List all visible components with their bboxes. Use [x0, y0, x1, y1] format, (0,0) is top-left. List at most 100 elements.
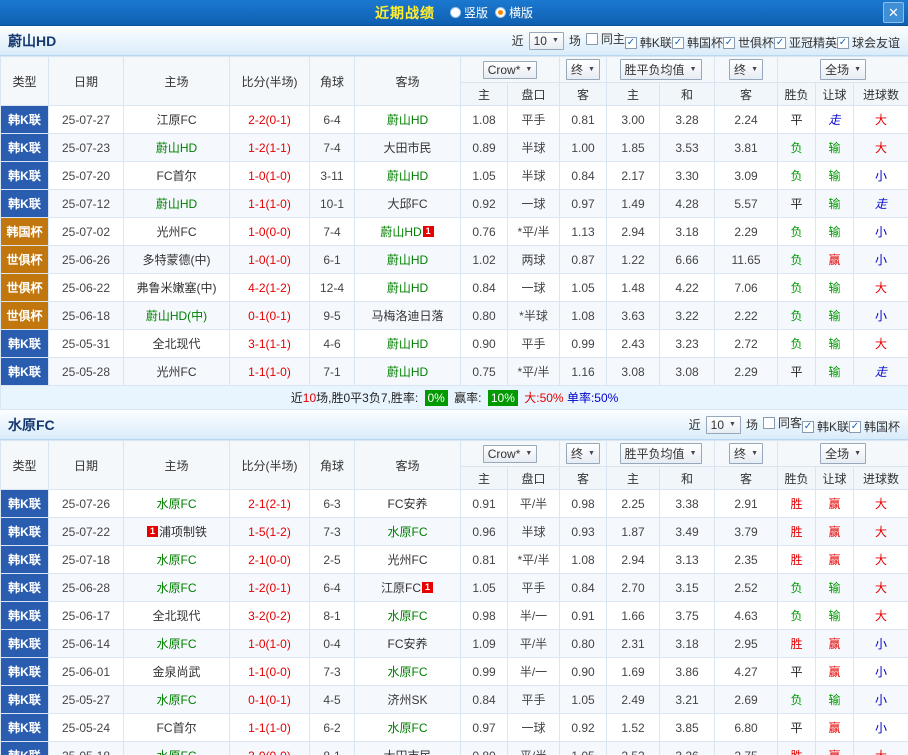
filter-label: 同客: [778, 414, 802, 431]
odds-ah-away: 1.08: [560, 302, 607, 330]
filter-球会友谊[interactable]: ✓球会友谊: [837, 34, 900, 51]
final-asian-select[interactable]: 终▼: [566, 59, 600, 80]
match-row: 韩K联25-06-28水原FC1-2(0-1)6-4江原FC11.05平手0.8…: [1, 574, 908, 602]
odds-od-draw: 3.86: [660, 658, 715, 686]
away-team: 蔚山HD: [355, 162, 461, 190]
checkbox-icon[interactable]: [586, 33, 598, 45]
home-team: 水原FC: [124, 742, 230, 755]
league-badge: 韩K联: [1, 106, 49, 134]
checkbox-checked-icon[interactable]: ✓: [723, 37, 735, 49]
home-team: 光州FC: [124, 358, 230, 386]
match-row: 韩K联25-05-18水原FC3-0(0-0)8-1大田市民0.80平/半1.0…: [1, 742, 908, 755]
games-count-select[interactable]: 10 ▼: [529, 32, 564, 50]
radio-vertical-layout[interactable]: 竖版: [450, 4, 488, 21]
odds-od-home: 2.17: [607, 162, 660, 190]
match-row: 韩K联25-07-23蔚山HD1-2(1-1)7-4大田市民0.89半球1.00…: [1, 134, 908, 162]
checkbox-checked-icon[interactable]: ✓: [802, 421, 814, 433]
odds-od-away: 2.95: [715, 630, 778, 658]
match-row: 世俱杯25-06-22弗鲁米嫩塞(中)4-2(1-2)12-4蔚山HD0.84一…: [1, 274, 908, 302]
score: 4-2(1-2): [230, 274, 310, 302]
filter-韩国杯[interactable]: ✓韩国杯: [672, 34, 723, 51]
home-team: 全北现代: [124, 602, 230, 630]
close-icon[interactable]: ✕: [883, 2, 904, 23]
final-euro-header: 终▼: [715, 57, 778, 83]
odds-od-away: 2.69: [715, 686, 778, 714]
filter-同客[interactable]: 同客: [763, 414, 802, 431]
result-cell: 负: [778, 274, 816, 302]
col-header-away: 客场: [355, 441, 461, 490]
odds-ah-home: 0.90: [461, 330, 508, 358]
radio-horizontal-layout[interactable]: 横版: [495, 4, 533, 21]
checkbox-checked-icon[interactable]: ✓: [672, 37, 684, 49]
filter-同主[interactable]: 同主: [586, 30, 625, 47]
odds-od-draw: 4.28: [660, 190, 715, 218]
filter-世俱杯[interactable]: ✓世俱杯: [723, 34, 774, 51]
section-header: 蔚山HD 近 10 ▼ 场 同主✓韩K联✓韩国杯✓世俱杯✓亚冠精英✓球会友谊: [0, 26, 908, 56]
odds-od-home: 2.52: [607, 742, 660, 755]
odds-ah-line: 半球: [508, 134, 560, 162]
match-date: 25-07-26: [49, 490, 124, 518]
odds-ah-home: 0.97: [461, 714, 508, 742]
radio-icon[interactable]: [450, 7, 461, 18]
team-name: 金泉尚武: [152, 665, 200, 679]
odds-mean-select[interactable]: 胜平负均值▼: [620, 59, 702, 80]
filter-label: 世俱杯: [738, 34, 774, 51]
checkbox-checked-icon[interactable]: ✓: [849, 421, 861, 433]
col-header-od-draw: 和: [660, 83, 715, 106]
filter-韩国杯[interactable]: ✓韩国杯: [849, 418, 900, 435]
odds-od-draw: 3.22: [660, 302, 715, 330]
checkbox-checked-icon[interactable]: ✓: [837, 37, 849, 49]
goals-result-cell: 走: [854, 190, 908, 218]
odds-od-away: 2.91: [715, 490, 778, 518]
odds-ah-line: 半球: [508, 518, 560, 546]
score: 1-0(0-0): [230, 218, 310, 246]
odds-ah-line: 平手: [508, 330, 560, 358]
odds-source-select[interactable]: Crow*▼: [483, 61, 538, 79]
team-name: 水原FC: [388, 525, 428, 539]
match-row: 韩K联25-05-27水原FC0-1(0-1)4-5济州SK0.84平手1.05…: [1, 686, 908, 714]
odds-source-select[interactable]: Crow*▼: [483, 445, 538, 463]
team-name: 大田市民: [383, 749, 431, 755]
odds-ah-home: 0.92: [461, 190, 508, 218]
odds-ah-away: 1.13: [560, 218, 607, 246]
odds-od-away: 3.09: [715, 162, 778, 190]
result-cell: 平: [778, 658, 816, 686]
scope-select[interactable]: 全场▼: [820, 443, 866, 464]
corner-score: 3-11: [310, 162, 355, 190]
odds-od-away: 2.35: [715, 546, 778, 574]
competition-filters: 同主✓韩K联✓韩国杯✓世俱杯✓亚冠精英✓球会友谊: [586, 30, 900, 51]
odds-od-draw: 3.13: [660, 546, 715, 574]
final-euro-select[interactable]: 终▼: [729, 59, 763, 80]
scope-select[interactable]: 全场▼: [820, 59, 866, 80]
team-name: 水原FC: [157, 749, 197, 755]
filter-韩K联[interactable]: ✓韩K联: [625, 34, 672, 51]
result-cell: 负: [778, 246, 816, 274]
filter-亚冠精英[interactable]: ✓亚冠精英: [774, 34, 837, 51]
filter-韩K联[interactable]: ✓韩K联: [802, 418, 849, 435]
odds-od-home: 3.63: [607, 302, 660, 330]
games-count-value: 10: [534, 34, 547, 48]
handicap-result-cell: 赢: [816, 246, 854, 274]
checkbox-checked-icon[interactable]: ✓: [774, 37, 786, 49]
odds-mean-select[interactable]: 胜平负均值▼: [620, 443, 702, 464]
radio-checked-icon[interactable]: [495, 7, 506, 18]
checkbox-checked-icon[interactable]: ✓: [625, 37, 637, 49]
odds-ah-line: *平/半: [508, 218, 560, 246]
goals-result-cell: 小: [854, 686, 908, 714]
col-header-corner: 角球: [310, 441, 355, 490]
checkbox-icon[interactable]: [763, 417, 775, 429]
team-name: FC首尔: [157, 721, 197, 735]
odds-od-away: 2.75: [715, 742, 778, 755]
odds-od-home: 1.69: [607, 658, 660, 686]
final-euro-select[interactable]: 终▼: [729, 443, 763, 464]
odds-ah-home: 0.98: [461, 602, 508, 630]
match-date: 25-06-28: [49, 574, 124, 602]
league-badge: 韩K联: [1, 162, 49, 190]
score: 1-1(1-0): [230, 714, 310, 742]
final-asian-select[interactable]: 终▼: [566, 443, 600, 464]
team-name: 蔚山HD: [387, 169, 428, 183]
games-count-select[interactable]: 10 ▼: [706, 416, 741, 434]
match-date: 25-05-27: [49, 686, 124, 714]
filter-label: 韩国杯: [687, 34, 723, 51]
home-team: 水原FC: [124, 574, 230, 602]
